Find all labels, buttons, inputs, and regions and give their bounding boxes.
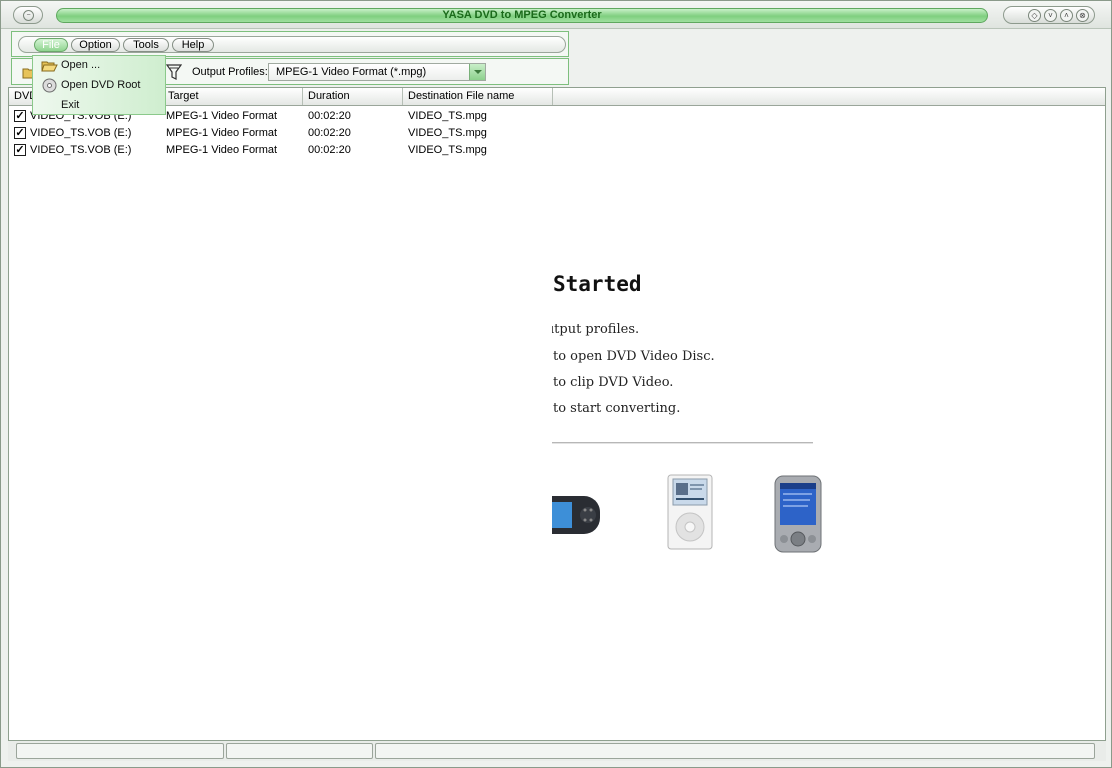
- column-header-target[interactable]: Target: [163, 88, 303, 105]
- menu-item-open-dvd-root[interactable]: Open DVD Root: [33, 76, 165, 95]
- status-bar: [8, 741, 1106, 761]
- row-duration: 00:02:20: [308, 127, 351, 139]
- divider: [552, 442, 813, 444]
- table-row[interactable]: ✓ VIDEO_TS.VOB (E:) MPEG-1 Video Format …: [9, 125, 569, 142]
- column-header-duration[interactable]: Duration: [303, 88, 403, 105]
- output-profiles-label: Output Profiles:: [192, 66, 268, 78]
- row-destination: VIDEO_TS.mpg: [408, 144, 487, 156]
- row-destination: VIDEO_TS.mpg: [408, 127, 487, 139]
- output-profiles-select[interactable]: MPEG-1 Video Format (*.mpg): [268, 63, 486, 81]
- folder-open-icon: [41, 61, 58, 72]
- dropdown-button[interactable]: ˅: [1044, 9, 1057, 22]
- system-menu-icon: −: [23, 10, 34, 21]
- row-destination: VIDEO_TS.mpg: [408, 110, 487, 122]
- menu-bar: File Option Tools Help: [11, 31, 569, 57]
- window-controls: ◇ ˅ ˄ ⊗: [1003, 6, 1095, 24]
- pocket-pc-device-icon: [774, 475, 822, 553]
- ipod-device-icon: [667, 474, 713, 550]
- list-header: DVD Target Duration Destination File nam…: [9, 88, 1105, 106]
- table-row[interactable]: ✓ VIDEO_TS.VOB (E:) MPEG-1 Video Format …: [9, 142, 569, 159]
- row-target: MPEG-1 Video Format: [166, 110, 278, 122]
- getting-started-line: to clip DVD Video.: [553, 375, 674, 390]
- row-checkbox[interactable]: ✓: [14, 144, 26, 156]
- dvd-disc-icon: [42, 78, 57, 93]
- status-cell: [375, 743, 1095, 759]
- chevron-down-icon[interactable]: [469, 64, 485, 80]
- getting-started-line: to start converting.: [553, 401, 681, 416]
- psp-device-icon: [552, 496, 600, 534]
- column-header-filler: [553, 88, 1105, 105]
- column-header-destination[interactable]: Destination File name: [403, 88, 553, 105]
- menu-item-label: Open ...: [61, 59, 101, 71]
- getting-started-line: to open DVD Video Disc.: [553, 349, 715, 364]
- filter-icon[interactable]: [166, 63, 182, 81]
- menu-item-label: Open DVD Root: [61, 79, 141, 91]
- menu-item-label: Exit: [61, 99, 80, 111]
- title-bar[interactable]: − YASA DVD to MPEG Converter ◇ ˅ ˄ ⊗: [1, 1, 1111, 29]
- row-checkbox[interactable]: ✓: [14, 127, 26, 139]
- menu-item-open[interactable]: Open ...: [33, 56, 165, 75]
- getting-started-line: ıtput profiles.: [552, 322, 640, 337]
- row-checkbox[interactable]: ✓: [14, 110, 26, 122]
- menu-help[interactable]: Help: [172, 38, 214, 52]
- maximize-button[interactable]: ˄: [1060, 9, 1073, 22]
- output-profiles-value: MPEG-1 Video Format (*.mpg): [276, 66, 427, 78]
- row-source: VIDEO_TS.VOB (E:): [30, 127, 132, 139]
- row-target: MPEG-1 Video Format: [166, 127, 278, 139]
- row-source: VIDEO_TS.VOB (E:): [30, 144, 132, 156]
- getting-started-title: Started: [553, 272, 642, 296]
- app-window: − YASA DVD to MPEG Converter ◇ ˅ ˄ ⊗ Fil…: [0, 0, 1112, 768]
- conversion-list[interactable]: DVD Target Duration Destination File nam…: [8, 87, 1106, 741]
- status-cell: [226, 743, 373, 759]
- row-duration: 00:02:20: [308, 144, 351, 156]
- minimize-button[interactable]: ◇: [1028, 9, 1041, 22]
- close-button[interactable]: ⊗: [1076, 9, 1089, 22]
- row-target: MPEG-1 Video Format: [166, 144, 278, 156]
- title-pill: YASA DVD to MPEG Converter: [56, 8, 988, 23]
- menu-option[interactable]: Option: [71, 38, 120, 52]
- menu-file[interactable]: File: [34, 38, 68, 52]
- window-title: YASA DVD to MPEG Converter: [442, 9, 602, 21]
- file-menu-dropdown: Open ... Open DVD Root Exit: [32, 55, 166, 115]
- menu-tools[interactable]: Tools: [123, 38, 169, 52]
- getting-started-panel: Started ıtput profiles. to open DVD Vide…: [552, 268, 852, 588]
- menu-item-exit[interactable]: Exit: [33, 96, 165, 115]
- status-cell: [16, 743, 224, 759]
- menu-pill: File Option Tools Help: [18, 36, 566, 53]
- row-duration: 00:02:20: [308, 110, 351, 122]
- system-menu-button[interactable]: −: [13, 6, 43, 24]
